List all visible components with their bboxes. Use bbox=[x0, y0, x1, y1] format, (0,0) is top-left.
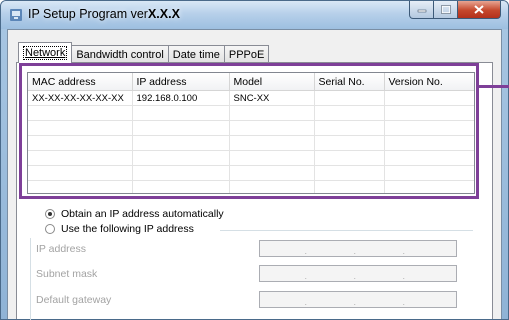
default-gateway-label: Default gateway bbox=[36, 294, 112, 306]
mask-octet-3: . bbox=[402, 271, 405, 281]
minimize-button[interactable] bbox=[409, 1, 434, 19]
title-version: X.X.X bbox=[147, 7, 180, 21]
gateway-octet-2: . bbox=[353, 297, 356, 307]
ip-address-field[interactable]: ... bbox=[259, 240, 457, 257]
caption-buttons bbox=[409, 1, 501, 20]
mask-octet-1: . bbox=[304, 271, 307, 281]
close-button[interactable] bbox=[458, 1, 501, 19]
maximize-icon bbox=[440, 5, 451, 14]
gateway-octet-1: . bbox=[304, 297, 307, 307]
subnet-mask-label: Subnet mask bbox=[36, 268, 98, 280]
group-box-left-border bbox=[30, 238, 31, 320]
obtain-ip-automatically-option[interactable]: Obtain an IP address automatically bbox=[45, 208, 224, 220]
ip-octet-3: . bbox=[402, 246, 405, 256]
window-title: IP Setup Program verX.X.X bbox=[28, 7, 180, 21]
tab-date-time-label: Date time bbox=[172, 48, 220, 61]
group-box-top-border bbox=[220, 230, 473, 231]
tab-pppoe[interactable]: PPPoE bbox=[223, 45, 270, 63]
use-following-ip-label: Use the following IP address bbox=[61, 223, 194, 235]
gateway-octet-4 bbox=[407, 292, 456, 307]
tab-pppoe-label: PPPoE bbox=[228, 48, 265, 61]
close-icon bbox=[474, 5, 484, 14]
tab-bandwidth-control[interactable]: Bandwidth control bbox=[71, 45, 169, 63]
radio-auto[interactable] bbox=[45, 209, 55, 219]
subnet-mask-field[interactable]: ... bbox=[259, 265, 457, 282]
title-prefix: IP Setup Program ver bbox=[28, 7, 148, 21]
tab-bandwidth-control-label: Bandwidth control bbox=[76, 48, 164, 61]
tab-network-label: Network bbox=[23, 46, 68, 60]
minimize-icon bbox=[417, 9, 426, 12]
tab-date-time[interactable]: Date time bbox=[167, 45, 225, 63]
tab-network[interactable]: Network bbox=[18, 42, 73, 63]
ip-octet-2: . bbox=[353, 246, 356, 256]
maximize-button[interactable] bbox=[434, 1, 458, 19]
mask-octet-4 bbox=[407, 266, 456, 281]
callout-line bbox=[479, 85, 509, 88]
mask-octet-2: . bbox=[353, 271, 356, 281]
use-following-ip-option[interactable]: Use the following IP address bbox=[45, 223, 194, 235]
default-gateway-field[interactable]: ... bbox=[259, 291, 457, 308]
title-bar[interactable]: IP Setup Program verX.X.X bbox=[1, 1, 508, 29]
gateway-octet-3: . bbox=[402, 297, 405, 307]
radio-manual[interactable] bbox=[45, 224, 55, 234]
ip-octet-4 bbox=[407, 241, 456, 256]
network-app-icon bbox=[10, 9, 22, 21]
highlight-box bbox=[19, 63, 479, 199]
ip-octet-1: . bbox=[304, 246, 307, 256]
obtain-ip-automatically-label: Obtain an IP address automatically bbox=[61, 208, 224, 220]
tab-strip: Network Bandwidth control Date time PPPo… bbox=[18, 41, 270, 63]
ip-address-label: IP address bbox=[36, 243, 87, 255]
